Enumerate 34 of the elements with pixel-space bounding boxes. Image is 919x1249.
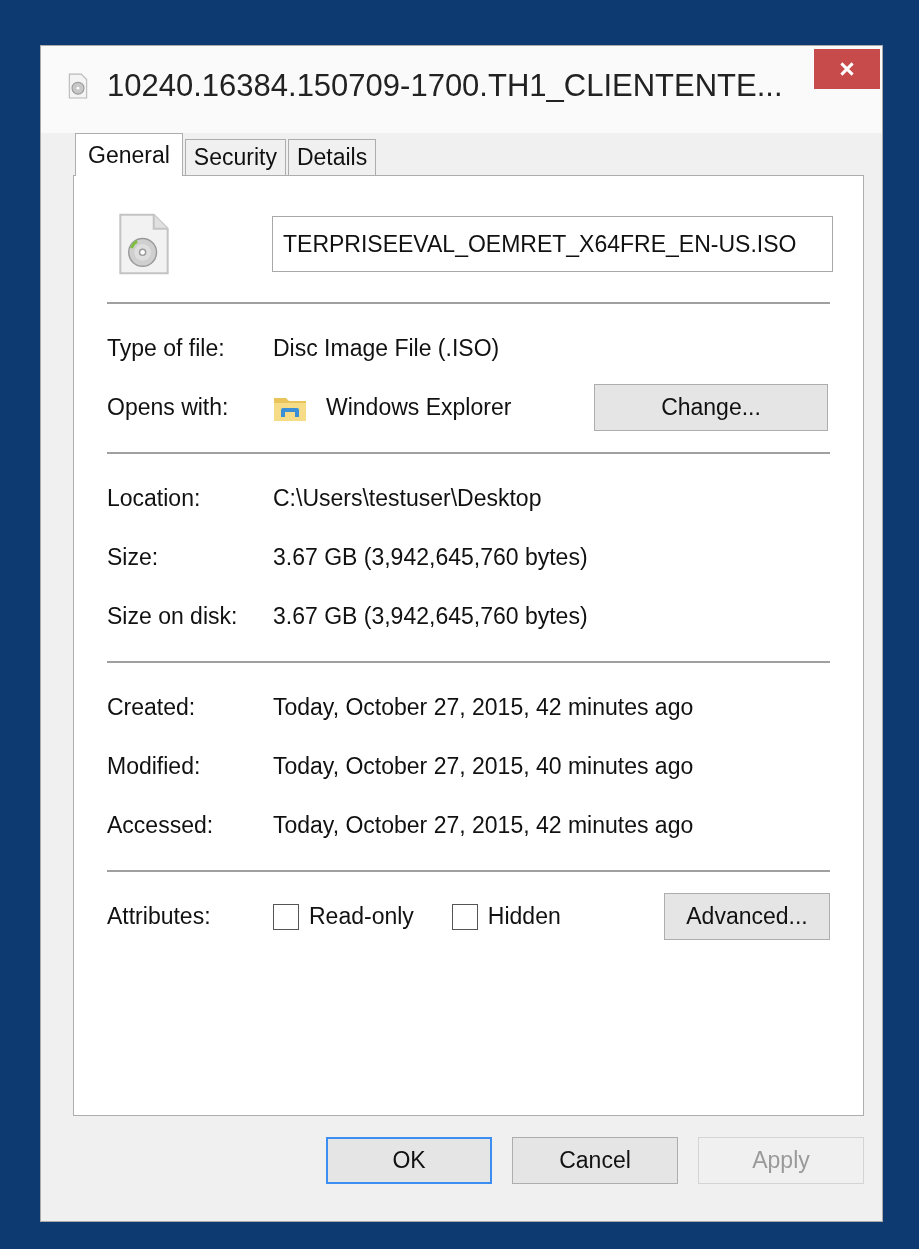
property-value: C:\Users\testuser\Desktop bbox=[273, 485, 542, 512]
tab[interactable]: General bbox=[75, 133, 183, 176]
property-value: 3.67 GB (3,942,645,760 bytes) bbox=[273, 544, 588, 571]
checkbox[interactable] bbox=[451, 903, 478, 930]
checkbox[interactable] bbox=[273, 903, 299, 930]
property-label: Size on disk: bbox=[107, 603, 239, 630]
disc-file-icon bbox=[116, 212, 172, 276]
property-label: Location: bbox=[107, 485, 202, 512]
property-label: Modified: bbox=[107, 753, 202, 780]
disc-file-icon bbox=[67, 72, 89, 99]
property-label: Type of file: bbox=[107, 335, 226, 362]
property-label: Size: bbox=[107, 544, 160, 571]
property-label: Attributes: bbox=[107, 903, 212, 930]
window-title: 10240.16384.150709-1700.TH1_CLIENTENTE... bbox=[107, 67, 783, 104]
change-button[interactable]: Change... bbox=[594, 384, 828, 431]
dialog-button[interactable]: OK bbox=[326, 1137, 492, 1184]
tab[interactable]: Security bbox=[184, 139, 286, 175]
property-value: 3.67 GB (3,942,645,760 bytes) bbox=[273, 603, 588, 630]
property-value: Today, October 27, 2015, 42 minutes ago bbox=[273, 812, 694, 839]
close-icon bbox=[838, 60, 856, 78]
checkbox-label: Read-only bbox=[309, 903, 414, 930]
advanced-button[interactable]: Advanced... bbox=[664, 893, 830, 940]
dialog-button[interactable]: Cancel bbox=[512, 1137, 678, 1184]
property-value: Today, October 27, 2015, 40 minutes ago bbox=[273, 753, 694, 780]
property-label: Opens with: bbox=[107, 394, 230, 421]
close-button[interactable] bbox=[814, 49, 880, 89]
property-value: Today, October 27, 2015, 42 minutes ago bbox=[273, 694, 694, 721]
tab[interactable]: Details bbox=[287, 139, 377, 175]
property-value: Disc Image File (.ISO) bbox=[273, 335, 500, 362]
checkbox-label: Hidden bbox=[487, 903, 561, 930]
file-name-field[interactable]: TERPRISEEVAL_OEMRET_X64FRE_EN-US.ISO bbox=[272, 216, 833, 272]
property-label: Accessed: bbox=[107, 812, 215, 839]
property-value: Windows Explorer bbox=[326, 394, 513, 421]
property-label: Created: bbox=[107, 694, 197, 721]
